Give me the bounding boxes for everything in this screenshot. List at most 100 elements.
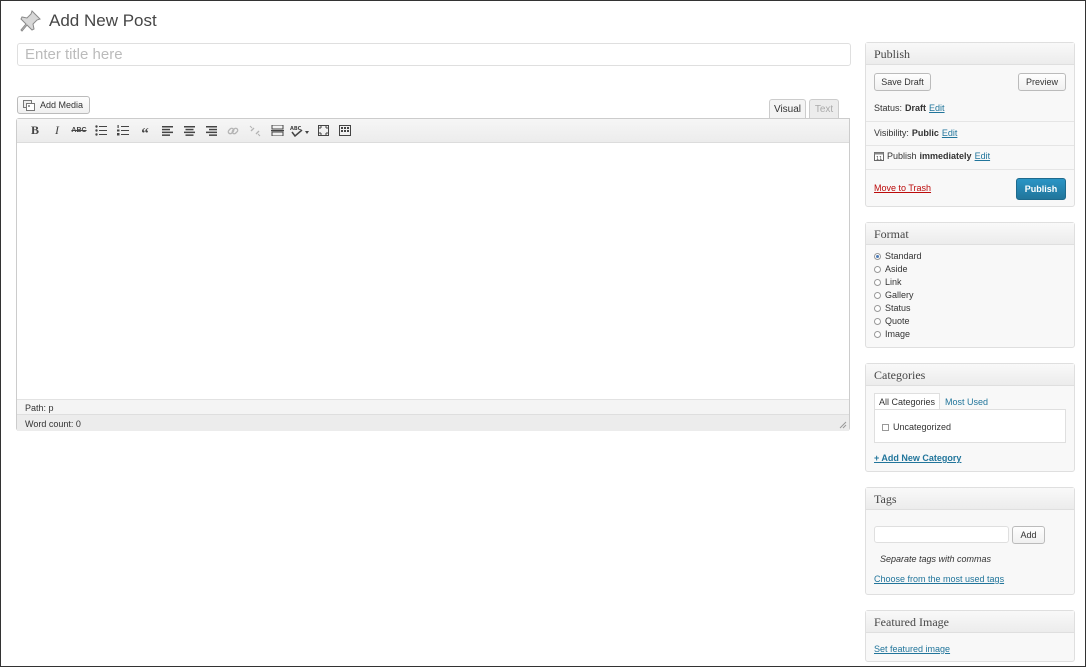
schedule-row: 11 Publish immediately Edit bbox=[874, 151, 990, 161]
add-tag-label: Add bbox=[1020, 530, 1037, 540]
unlink-icon[interactable] bbox=[245, 122, 265, 140]
choose-most-used-tags-link[interactable]: Choose from the most used tags bbox=[874, 574, 1004, 584]
publish-box-title: Publish bbox=[866, 43, 1074, 65]
edit-status-link[interactable]: Edit bbox=[929, 103, 945, 113]
align-right-icon[interactable] bbox=[201, 122, 221, 140]
format-option-link[interactable]: Link bbox=[874, 277, 902, 287]
resize-handle-icon[interactable] bbox=[839, 421, 847, 429]
tab-most-used[interactable]: Most Used bbox=[945, 393, 988, 410]
strikethrough-icon[interactable]: ABC bbox=[69, 122, 89, 140]
status-label: Status: bbox=[874, 103, 903, 113]
visibility-label: Visibility: bbox=[874, 128, 909, 138]
radio-icon[interactable] bbox=[874, 304, 881, 312]
word-count-label: Word count: 0 bbox=[25, 419, 81, 429]
schedule-label: Publish bbox=[887, 151, 917, 161]
page-frame: Add New Post Add Media Visual Text B I A… bbox=[0, 0, 1086, 667]
publish-button-label: Publish bbox=[1024, 184, 1058, 194]
editor-toolbar: B I ABC “ ABC bbox=[17, 119, 849, 143]
calendar-icon: 11 bbox=[874, 152, 884, 161]
format-option-aside[interactable]: Aside bbox=[874, 264, 908, 274]
tab-visual[interactable]: Visual bbox=[769, 99, 806, 119]
path-label: Path: p bbox=[25, 403, 54, 413]
format-option-label: Gallery bbox=[885, 290, 914, 300]
svg-text:11: 11 bbox=[876, 156, 882, 161]
save-draft-button[interactable]: Save Draft bbox=[874, 73, 931, 91]
status-row: Status: Draft Edit bbox=[874, 103, 945, 113]
format-option-label: Image bbox=[885, 329, 911, 339]
publish-box: Publish Save Draft Preview Status: Draft… bbox=[865, 42, 1075, 207]
insert-link-icon[interactable] bbox=[223, 122, 243, 140]
tab-text[interactable]: Text bbox=[809, 99, 839, 118]
tab-all-categories[interactable]: All Categories bbox=[874, 393, 941, 410]
tags-input[interactable] bbox=[874, 526, 1009, 543]
format-option-label: Standard bbox=[885, 251, 922, 261]
divider bbox=[866, 145, 1074, 146]
add-media-button[interactable]: Add Media bbox=[17, 96, 90, 114]
categories-box: Categories All Categories Most Used Unca… bbox=[865, 363, 1075, 472]
preview-label: Preview bbox=[1025, 77, 1058, 87]
post-editor: B I ABC “ ABC Path: p Word count: 0 bbox=[16, 118, 850, 431]
tags-box: Tags Add Separate tags with commas Choos… bbox=[865, 487, 1075, 595]
format-option-status[interactable]: Status bbox=[874, 303, 911, 313]
post-title-input[interactable] bbox=[17, 43, 851, 66]
fullscreen-icon[interactable] bbox=[313, 122, 333, 140]
editor-content-area[interactable] bbox=[17, 144, 849, 399]
visibility-row: Visibility: Public Edit bbox=[874, 128, 957, 138]
align-left-icon[interactable] bbox=[157, 122, 177, 140]
insert-more-tag-icon[interactable] bbox=[267, 122, 287, 140]
word-count-bar: Word count: 0 bbox=[17, 414, 849, 431]
add-tag-button[interactable]: Add bbox=[1012, 526, 1045, 544]
format-option-label: Status bbox=[885, 303, 911, 313]
format-option-image[interactable]: Image bbox=[874, 329, 910, 339]
format-option-gallery[interactable]: Gallery bbox=[874, 290, 914, 300]
add-new-category-link[interactable]: + Add New Category bbox=[874, 453, 961, 463]
save-draft-label: Save Draft bbox=[881, 77, 924, 87]
page-header: Add New Post bbox=[18, 9, 157, 33]
format-option-label: Link bbox=[885, 277, 902, 287]
radio-icon[interactable] bbox=[874, 291, 881, 299]
italic-icon[interactable]: I bbox=[47, 122, 67, 140]
edit-schedule-link[interactable]: Edit bbox=[975, 151, 991, 161]
tab-all-categories-label: All Categories bbox=[879, 397, 936, 407]
pushpin-icon bbox=[20, 10, 41, 32]
kitchen-sink-icon[interactable] bbox=[335, 122, 355, 140]
radio-icon[interactable] bbox=[874, 317, 881, 325]
radio-icon[interactable] bbox=[874, 252, 881, 260]
set-featured-image-link[interactable]: Set featured image bbox=[874, 644, 950, 654]
align-center-icon[interactable] bbox=[179, 122, 199, 140]
bold-icon[interactable]: B bbox=[25, 122, 45, 140]
publish-button[interactable]: Publish bbox=[1016, 178, 1066, 200]
radio-icon[interactable] bbox=[874, 330, 881, 338]
categories-box-title: Categories bbox=[866, 364, 1074, 386]
numbered-list-icon[interactable] bbox=[113, 122, 133, 140]
schedule-value: immediately bbox=[919, 151, 972, 161]
preview-button[interactable]: Preview bbox=[1018, 73, 1066, 91]
tags-box-title: Tags bbox=[866, 488, 1074, 510]
category-item[interactable]: Uncategorized bbox=[882, 422, 951, 432]
divider bbox=[866, 169, 1074, 170]
divider bbox=[866, 121, 1074, 122]
add-media-label: Add Media bbox=[40, 100, 84, 110]
format-option-label: Aside bbox=[885, 264, 908, 274]
category-label: Uncategorized bbox=[893, 422, 952, 432]
tab-text-label: Text bbox=[814, 103, 834, 115]
blockquote-icon[interactable]: “ bbox=[135, 122, 155, 141]
radio-icon[interactable] bbox=[874, 265, 881, 273]
tab-visual-label: Visual bbox=[773, 104, 802, 115]
format-box: Format Standard Aside Link Gallery Statu… bbox=[865, 222, 1075, 348]
featured-image-box-title: Featured Image bbox=[866, 611, 1074, 633]
checkbox[interactable] bbox=[882, 423, 889, 431]
tags-hint: Separate tags with commas bbox=[880, 554, 992, 564]
status-value: Draft bbox=[905, 103, 927, 113]
move-to-trash-link[interactable]: Move to Trash bbox=[874, 183, 931, 193]
spellcheck-icon[interactable]: ABC bbox=[289, 122, 311, 140]
bullet-list-icon[interactable] bbox=[91, 122, 111, 140]
format-option-standard[interactable]: Standard bbox=[874, 251, 922, 261]
tab-most-used-label: Most Used bbox=[945, 396, 989, 407]
format-box-title: Format bbox=[866, 223, 1074, 245]
format-option-label: Quote bbox=[885, 316, 910, 326]
edit-visibility-link[interactable]: Edit bbox=[942, 128, 958, 138]
radio-icon[interactable] bbox=[874, 278, 881, 286]
format-option-quote[interactable]: Quote bbox=[874, 316, 910, 326]
category-list: Uncategorized bbox=[874, 409, 1066, 443]
